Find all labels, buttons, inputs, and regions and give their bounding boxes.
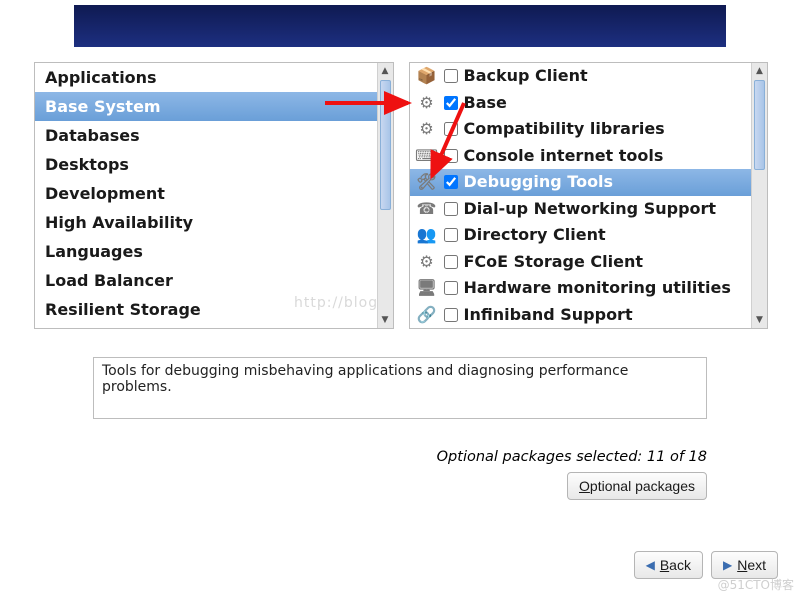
package-item[interactable]: ⚙ FCoE Storage Client <box>410 249 752 276</box>
package-label: Infiniband Support <box>464 304 633 327</box>
package-checkbox[interactable] <box>444 122 458 136</box>
description-box: Tools for debugging misbehaving applicat… <box>93 357 707 419</box>
phone-icon: ☎ <box>416 198 438 220</box>
package-checkbox[interactable] <box>444 281 458 295</box>
package-checkbox[interactable] <box>444 175 458 189</box>
package-label: Base <box>464 92 507 115</box>
scrollbar-thumb[interactable] <box>380 80 391 210</box>
optional-packages-button[interactable]: Optional packages <box>567 472 707 500</box>
nav-buttons: ◀ Back ▶ Next <box>634 551 778 579</box>
package-item[interactable]: 📦 Backup Client <box>410 63 752 90</box>
package-checkbox[interactable] <box>444 255 458 269</box>
scroll-up-icon[interactable]: ▲ <box>378 63 393 79</box>
package-item[interactable]: 🖥 Hardware monitoring utilities <box>410 275 752 302</box>
category-item[interactable]: Languages <box>35 237 377 266</box>
package-checkbox[interactable] <box>444 69 458 83</box>
watermark-text: http://blog <box>294 295 378 311</box>
description-text: Tools for debugging misbehaving applicat… <box>102 363 628 395</box>
scroll-down-icon[interactable]: ▼ <box>378 312 393 328</box>
scroll-up-icon[interactable]: ▲ <box>752 63 767 79</box>
category-list: ApplicationsBase SystemDatabasesDesktops… <box>35 63 377 328</box>
package-item[interactable]: 🛠 Debugging Tools <box>410 169 752 196</box>
gear-icon: ⚙ <box>416 92 438 114</box>
package-item[interactable]: ⚙ Compatibility libraries <box>410 116 752 143</box>
optional-packages-count: Optional packages selected: 11 of 18 <box>437 449 707 465</box>
category-item[interactable]: Databases <box>35 121 377 150</box>
package-checkbox[interactable] <box>444 202 458 216</box>
package-label: Backup Client <box>464 65 588 88</box>
category-scrollbar[interactable]: ▲ ▼ <box>377 63 393 328</box>
box-icon: 📦 <box>416 65 438 87</box>
package-checkbox[interactable] <box>444 308 458 322</box>
arrow-right-icon: ▶ <box>723 558 732 572</box>
category-pane: ApplicationsBase SystemDatabasesDesktops… <box>34 62 394 329</box>
directory-icon: 👥 <box>416 224 438 246</box>
category-item[interactable]: Applications <box>35 63 377 92</box>
next-button[interactable]: ▶ Next <box>711 551 778 579</box>
watermark-secondary: @51CTO博客 <box>718 576 794 593</box>
category-item[interactable]: Load Balancer <box>35 266 377 295</box>
package-checkbox[interactable] <box>444 228 458 242</box>
package-label: Debugging Tools <box>464 171 614 194</box>
package-pane: 📦 Backup Client ⚙ Base ⚙ Compatibility librar… <box>409 62 769 329</box>
optional-packages-label: Optional packages <box>579 478 695 494</box>
monitor-icon: 🖥 <box>416 277 438 299</box>
package-list: 📦 Backup Client ⚙ Base ⚙ Compatibility librar… <box>410 63 752 328</box>
package-checkbox[interactable] <box>444 149 458 163</box>
back-button[interactable]: ◀ Back <box>634 551 703 579</box>
scrollbar-thumb[interactable] <box>754 80 765 170</box>
package-label: Console internet tools <box>464 145 664 168</box>
package-label: FCoE Storage Client <box>464 251 644 274</box>
package-item[interactable]: 🔗 Infiniband Support <box>410 302 752 329</box>
package-label: Dial-up Networking Support <box>464 198 717 221</box>
back-label: Back <box>660 557 691 573</box>
package-item[interactable]: ⚙ Base <box>410 90 752 117</box>
category-item[interactable]: Desktops <box>35 150 377 179</box>
package-item[interactable]: 👥 Directory Client <box>410 222 752 249</box>
package-label: Hardware monitoring utilities <box>464 277 731 300</box>
scroll-down-icon[interactable]: ▼ <box>752 312 767 328</box>
next-label: Next <box>737 557 766 573</box>
package-scrollbar[interactable]: ▲ ▼ <box>751 63 767 328</box>
selection-area: ApplicationsBase SystemDatabasesDesktops… <box>34 62 768 329</box>
package-checkbox[interactable] <box>444 96 458 110</box>
category-item[interactable]: Scalable Filesystem Support <box>35 324 377 328</box>
gear-icon: ⚙ <box>416 251 438 273</box>
package-item[interactable]: ☎ Dial-up Networking Support <box>410 196 752 223</box>
arrow-left-icon: ◀ <box>646 558 655 572</box>
package-item[interactable]: ⌨ Console internet tools <box>410 143 752 170</box>
package-label: Compatibility libraries <box>464 118 665 141</box>
category-item[interactable]: Development <box>35 179 377 208</box>
gear-icon: ⚙ <box>416 118 438 140</box>
header-banner <box>74 5 726 47</box>
terminal-icon: ⌨ <box>416 145 438 167</box>
package-label: Directory Client <box>464 224 606 247</box>
network-icon: 🔗 <box>416 304 438 326</box>
category-item[interactable]: Base System <box>35 92 377 121</box>
category-item[interactable]: High Availability <box>35 208 377 237</box>
tools-icon: 🛠 <box>416 171 438 193</box>
